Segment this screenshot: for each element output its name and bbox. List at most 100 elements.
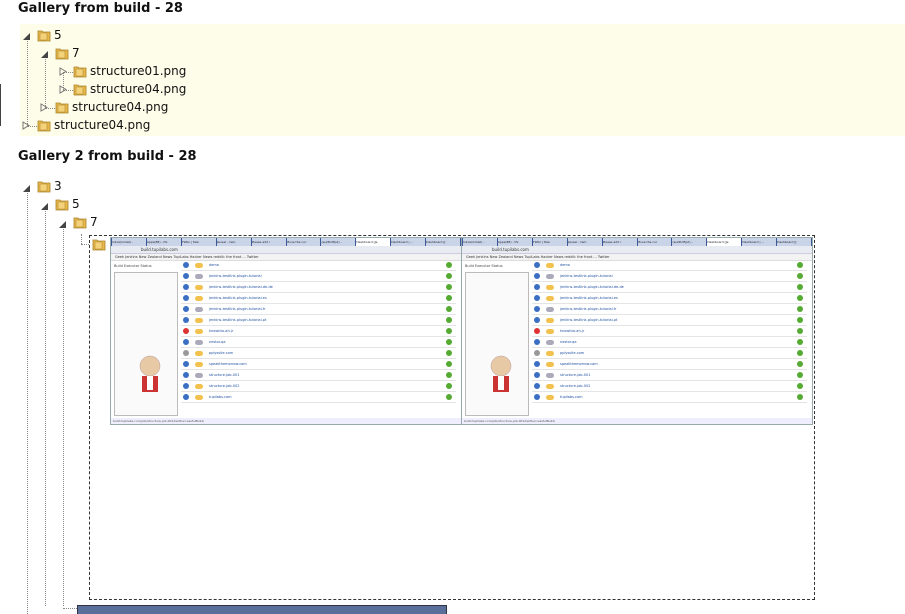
- executor-status-title: Build Executor Status: [465, 264, 503, 268]
- job-name: jenkins-testlink-plugin-tutorial: [560, 274, 613, 278]
- browser-tab: Jisuser - tem: [216, 238, 251, 246]
- folder-icon: [37, 179, 51, 193]
- weather-icon: [195, 361, 203, 367]
- job-row: speakthemorrow.com: [181, 359, 456, 370]
- collapse-toggle-icon[interactable]: [40, 50, 49, 59]
- weather-icon: [546, 383, 554, 389]
- gallery-1-title: Gallery from build - 28: [18, 1, 183, 16]
- schedule-build-icon: [797, 339, 803, 345]
- job-row: knowhto-ah-jr: [532, 326, 807, 337]
- job-row: jenkins-testlink-plugin-tutorial: [532, 271, 807, 282]
- schedule-build-icon: [797, 262, 803, 268]
- tree-node-folder[interactable]: 5: [55, 197, 80, 211]
- weather-icon: [195, 372, 203, 378]
- job-name: pplyssite.com: [209, 351, 234, 355]
- folder-icon: [73, 64, 87, 78]
- weather-icon: [195, 273, 203, 279]
- weather-icon: [195, 306, 203, 312]
- jobs-table: demo jenkins-testlink-plugin-tutorial jenk…: [532, 260, 807, 420]
- tree-line: [27, 188, 28, 614]
- node-label: 7: [72, 46, 80, 60]
- job-row: jenkins-testlink-plugin-tutorial-fr: [181, 304, 456, 315]
- executor-status-panel: Build Executor Status: [114, 264, 178, 416]
- build-status-ball-icon: [183, 383, 189, 389]
- scroll-marker: [0, 84, 2, 126]
- schedule-build-icon: [797, 306, 803, 312]
- thumbnail-folder[interactable]: [92, 237, 106, 251]
- browser-tab: Please add i: [251, 238, 286, 246]
- job-name: pplyssite.com: [560, 351, 585, 355]
- schedule-build-icon: [446, 284, 452, 290]
- folder-icon: [92, 237, 106, 251]
- weather-icon: [546, 328, 554, 334]
- tree-node-file[interactable]: structure04.png: [37, 118, 150, 132]
- build-status-ball-icon: [534, 306, 540, 312]
- tree-node-file[interactable]: structure04.png: [55, 100, 168, 114]
- schedule-build-icon: [446, 328, 452, 334]
- build-status-ball-icon: [183, 295, 189, 301]
- weather-icon: [195, 339, 203, 345]
- build-status-ball-icon: [183, 317, 189, 323]
- job-row: pplyssite.com: [181, 348, 456, 359]
- browser-tab: (ssl/Proftpd) -: [321, 238, 356, 246]
- schedule-build-icon: [797, 284, 803, 290]
- screenshot-preview[interactable]: Inbox(Gmail) - Apps(88) - thi TWiki | Tele…: [89, 235, 815, 600]
- job-row: jenkins-testlink-plugin-tutorial: [181, 271, 456, 282]
- weather-icon: [546, 284, 554, 290]
- collapse-toggle-icon[interactable]: [58, 220, 67, 229]
- job-name: jenkins-testlink-plugin-tutorial-es: [560, 296, 618, 300]
- job-row: tupilabs.com: [181, 392, 456, 403]
- schedule-build-icon: [446, 262, 452, 268]
- weather-icon: [546, 339, 554, 345]
- folder-icon: [55, 100, 69, 114]
- build-status-ball-icon: [183, 284, 189, 290]
- collapse-toggle-icon[interactable]: [22, 32, 31, 41]
- collapse-toggle-icon[interactable]: [22, 184, 31, 193]
- node-label: 3: [54, 179, 62, 193]
- build-status-ball-icon: [183, 328, 189, 334]
- job-name: tupilabs.com: [209, 395, 232, 399]
- browser-url-bar: build.tupilabs.com: [111, 246, 461, 254]
- build-status-ball-icon: [534, 284, 540, 290]
- weather-icon: [546, 262, 554, 268]
- gallery-1-tree-panel: [20, 24, 905, 136]
- collapse-toggle-icon[interactable]: [40, 202, 49, 211]
- job-row: jenkins-testlink-plugin-tutorial-es: [181, 293, 456, 304]
- weather-icon: [195, 284, 203, 290]
- job-name: jenkins-testlink-plugin-tutorial-fr: [560, 307, 617, 311]
- browser-tab: TWiki | Tele: [181, 238, 216, 246]
- schedule-build-icon: [446, 394, 452, 400]
- schedule-build-icon: [446, 372, 452, 378]
- browser-tab: Apps(88) - thi: [146, 238, 181, 246]
- schedule-build-icon: [797, 350, 803, 356]
- weather-icon: [546, 372, 554, 378]
- job-row: nestor-qa: [181, 337, 456, 348]
- build-status-ball-icon: [534, 372, 540, 378]
- tree-node-folder[interactable]: 3: [37, 179, 62, 193]
- job-row: jenkins-testlink-plugin-tutorial-es: [532, 293, 807, 304]
- tree-node-file[interactable]: structure01.png: [73, 64, 186, 78]
- schedule-build-icon: [446, 306, 452, 312]
- tree-node-file[interactable]: structure04.png: [73, 82, 186, 96]
- build-status-ball-icon: [183, 273, 189, 279]
- next-screenshot-thumbnail[interactable]: [77, 605, 447, 614]
- tree-node-folder[interactable]: 7: [73, 215, 98, 229]
- schedule-build-icon: [797, 295, 803, 301]
- tree-node-folder[interactable]: 7: [55, 46, 80, 60]
- job-name: tupilabs.com: [560, 395, 583, 399]
- job-name: structure-job-001: [209, 373, 240, 377]
- build-status-ball-icon: [183, 262, 189, 268]
- tree-node-folder[interactable]: 5: [37, 28, 62, 42]
- build-status-ball-icon: [183, 361, 189, 367]
- job-row: tupilabs.com: [532, 392, 807, 403]
- folder-icon: [73, 215, 87, 229]
- weather-icon: [195, 328, 203, 334]
- tree-line: [63, 608, 77, 609]
- build-status-ball-icon: [534, 383, 540, 389]
- job-row: jenkins-testlink-plugin-tutorial-fr: [532, 304, 807, 315]
- job-name: jenkins-testlink-plugin-tutorial-es: [209, 296, 267, 300]
- browser-tab: Dashboard [Je: [356, 238, 391, 246]
- weather-icon: [195, 295, 203, 301]
- folder-icon: [73, 82, 87, 96]
- job-row: demo: [532, 260, 807, 271]
